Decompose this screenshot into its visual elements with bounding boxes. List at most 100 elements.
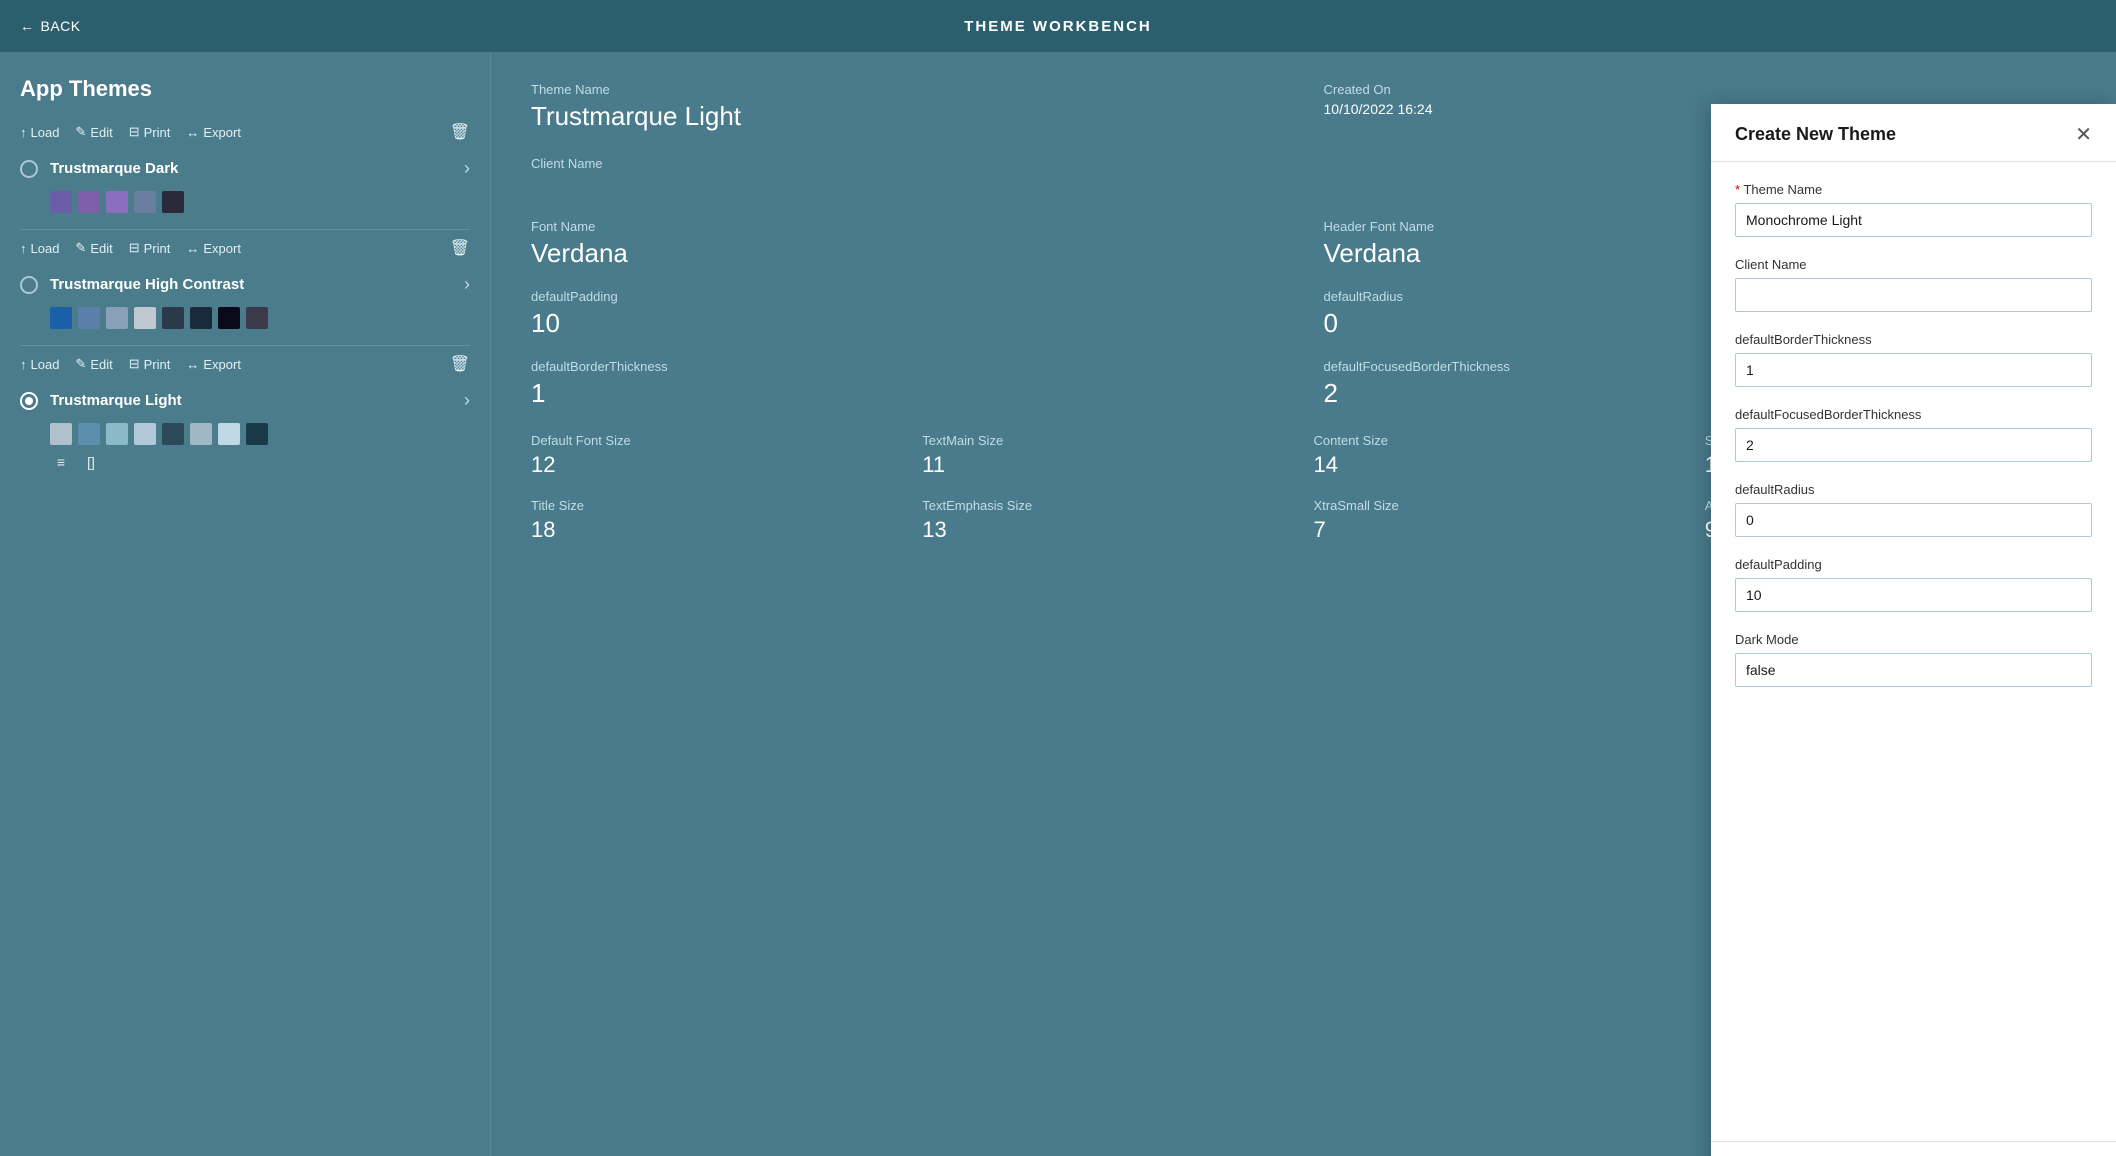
swatch bbox=[190, 423, 212, 445]
load-button-light[interactable]: ↑ Load bbox=[20, 357, 59, 372]
form-group-defaultFocusedBorderThickness: defaultFocusedBorderThickness bbox=[1735, 407, 2092, 462]
load-button-hc[interactable]: ↑ Load bbox=[20, 241, 59, 256]
form-group-darkMode: Dark Mode bbox=[1735, 632, 2092, 687]
export-button-light[interactable]: ↔ Export bbox=[186, 357, 241, 372]
size-label: TextMain Size bbox=[922, 433, 1293, 448]
size-value: 7 bbox=[1314, 517, 1685, 543]
theme-name-section: Theme Name Trustmarque Light bbox=[531, 82, 1284, 132]
edit-icon: ✎ bbox=[75, 240, 86, 256]
size-value: 12 bbox=[531, 452, 902, 478]
size-value: 18 bbox=[531, 517, 902, 543]
swatch bbox=[78, 423, 100, 445]
load-icon: ↑ bbox=[20, 241, 27, 256]
swatch bbox=[134, 307, 156, 329]
edit-icon: ✎ bbox=[75, 124, 86, 140]
field-input-defaultBorderThickness[interactable] bbox=[1735, 353, 2092, 387]
edit-icon: ✎ bbox=[75, 356, 86, 372]
print-button-light[interactable]: ⊟ Print bbox=[129, 356, 171, 372]
delete-button-light[interactable]: 🗑 bbox=[450, 354, 470, 374]
list-icon: ≡ bbox=[50, 451, 72, 473]
theme-toolbar-highcontrast: ↑ Load ✎ Edit ⊟ Print ↔ Export 🗑 bbox=[20, 238, 470, 258]
edit-button-dark[interactable]: ✎ Edit bbox=[75, 124, 112, 140]
font-name-label: Font Name bbox=[531, 219, 1284, 234]
field-input-defaultRadius[interactable] bbox=[1735, 503, 2092, 537]
default-border-thickness-label: defaultBorderThickness bbox=[531, 359, 1284, 374]
export-icon: ↔ bbox=[186, 357, 199, 372]
swatch bbox=[218, 307, 240, 329]
swatch bbox=[106, 307, 128, 329]
size-item-6: XtraSmall Size 7 bbox=[1314, 498, 1685, 543]
edit-button-hc[interactable]: ✎ Edit bbox=[75, 240, 112, 256]
top-bar: ← BACK THEME WORKBENCH bbox=[0, 0, 2116, 52]
font-name-value: Verdana bbox=[531, 238, 1284, 269]
swatches-dark bbox=[20, 191, 470, 213]
size-value: 13 bbox=[922, 517, 1293, 543]
size-item-1: TextMain Size 11 bbox=[922, 433, 1293, 478]
swatch bbox=[246, 307, 268, 329]
field-input-defaultPadding[interactable] bbox=[1735, 578, 2092, 612]
modal-header: Create New Theme ✕ bbox=[1711, 104, 2116, 162]
swatch bbox=[50, 307, 72, 329]
expand-arrow-hc[interactable]: › bbox=[464, 274, 470, 295]
field-label-clientName: Client Name bbox=[1735, 257, 2092, 272]
field-label-defaultRadius: defaultRadius bbox=[1735, 482, 2092, 497]
size-label: TextEmphasis Size bbox=[922, 498, 1293, 513]
modal-close-button[interactable]: ✕ bbox=[2075, 125, 2092, 145]
expand-arrow-light[interactable]: › bbox=[464, 390, 470, 411]
field-input-darkMode[interactable] bbox=[1735, 653, 2092, 687]
swatch bbox=[134, 191, 156, 213]
swatch bbox=[162, 307, 184, 329]
swatch bbox=[50, 191, 72, 213]
back-arrow-icon: ← bbox=[20, 18, 35, 34]
load-icon: ↑ bbox=[20, 357, 27, 372]
swatch bbox=[78, 191, 100, 213]
form-group-defaultBorderThickness: defaultBorderThickness bbox=[1735, 332, 2092, 387]
field-input-themeName[interactable] bbox=[1735, 203, 2092, 237]
field-label-darkMode: Dark Mode bbox=[1735, 632, 2092, 647]
swatch bbox=[162, 191, 184, 213]
swatch bbox=[134, 423, 156, 445]
theme-radio-hc[interactable] bbox=[20, 276, 38, 294]
theme-card-highcontrast: ↑ Load ✎ Edit ⊟ Print ↔ Export 🗑 bbox=[20, 238, 470, 329]
theme-radio-dark[interactable] bbox=[20, 160, 38, 178]
size-label: Title Size bbox=[531, 498, 902, 513]
size-value: 14 bbox=[1314, 452, 1685, 478]
modal-title: Create New Theme bbox=[1735, 124, 1896, 145]
theme-radio-light[interactable] bbox=[20, 392, 38, 410]
swatch bbox=[50, 423, 72, 445]
back-button[interactable]: ← BACK bbox=[20, 18, 81, 34]
edit-button-light[interactable]: ✎ Edit bbox=[75, 356, 112, 372]
delete-button-hc[interactable]: 🗑 bbox=[450, 238, 470, 258]
theme-toolbar-light: ↑ Load ✎ Edit ⊟ Print ↔ Export 🗑 bbox=[20, 354, 470, 374]
load-icon: ↑ bbox=[20, 125, 27, 140]
print-button-dark[interactable]: ⊟ Print bbox=[129, 124, 171, 140]
form-group-clientName: Client Name bbox=[1735, 257, 2092, 312]
field-input-clientName[interactable] bbox=[1735, 278, 2092, 312]
default-border-thickness-value: 1 bbox=[531, 378, 1284, 409]
print-icon: ⊟ bbox=[129, 124, 140, 140]
theme-icons-light: ≡ [] bbox=[20, 451, 470, 473]
default-padding-section: defaultPadding 10 bbox=[531, 289, 1284, 339]
print-button-hc[interactable]: ⊟ Print bbox=[129, 240, 171, 256]
load-button-dark[interactable]: ↑ Load bbox=[20, 125, 59, 140]
default-border-thickness-section: defaultBorderThickness 1 bbox=[531, 359, 1284, 409]
theme-row-dark: Trustmarque Dark › bbox=[20, 150, 470, 187]
default-padding-value: 10 bbox=[531, 308, 1284, 339]
size-item-0: Default Font Size 12 bbox=[531, 433, 902, 478]
swatches-hc bbox=[20, 307, 470, 329]
field-input-defaultFocusedBorderThickness[interactable] bbox=[1735, 428, 2092, 462]
field-label-defaultFocusedBorderThickness: defaultFocusedBorderThickness bbox=[1735, 407, 2092, 422]
modal-body: Theme Name Client Name defaultBorderThic… bbox=[1711, 162, 2116, 1141]
swatch bbox=[162, 423, 184, 445]
export-button-hc[interactable]: ↔ Export bbox=[186, 241, 241, 256]
field-label-themeName: Theme Name bbox=[1735, 182, 2092, 197]
swatch bbox=[106, 191, 128, 213]
form-group-defaultPadding: defaultPadding bbox=[1735, 557, 2092, 612]
create-theme-modal: Create New Theme ✕ Theme Name Client Nam… bbox=[1711, 104, 2116, 1156]
export-button-dark[interactable]: ↔ Export bbox=[186, 125, 241, 140]
theme-toolbar-dark: ↑ Load ✎ Edit ⊟ Print ↔ Export 🗑 bbox=[20, 122, 470, 142]
expand-arrow-dark[interactable]: › bbox=[464, 158, 470, 179]
theme-name-label: Theme Name bbox=[531, 82, 1284, 97]
delete-button-dark[interactable]: 🗑 bbox=[450, 122, 470, 142]
bracket-icon: [] bbox=[80, 451, 102, 473]
